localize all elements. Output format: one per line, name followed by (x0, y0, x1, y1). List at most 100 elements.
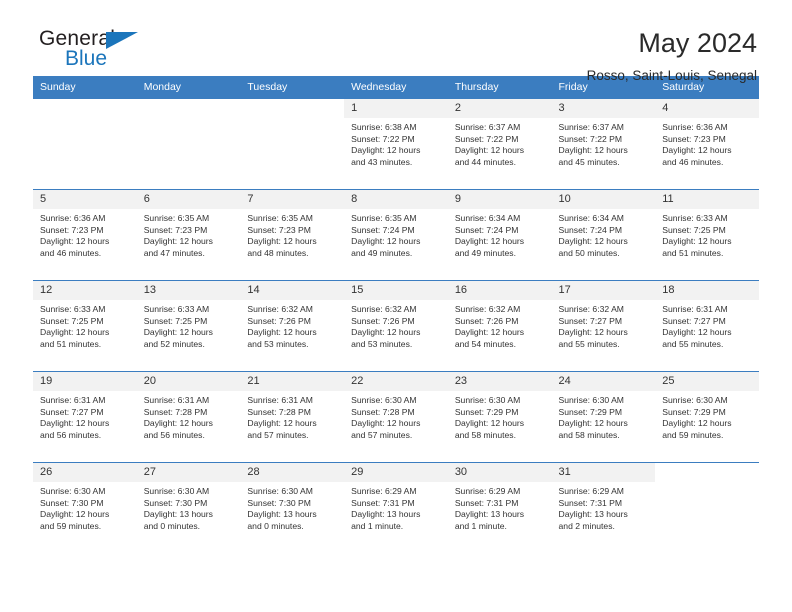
day-cell-inner: 30 Sunrise: 6:29 AM Sunset: 7:31 PM Dayligh… (447, 463, 552, 553)
daylight-text-line2: and 43 minutes. (351, 156, 413, 167)
sunset-text: Sunset: 7:27 PM (662, 315, 726, 326)
brand-name-bottom: Blue (65, 47, 108, 70)
calendar-day-cell[interactable]: 20 Sunrise: 6:31 AM Sunset: 7:28 PM Dayligh… (136, 372, 241, 462)
calendar-cell-empty (655, 463, 759, 553)
calendar-day-cell[interactable]: 8 Sunrise: 6:35 AM Sunset: 7:24 PM Daylight… (344, 190, 448, 280)
day-details: Sunrise: 6:30 AM Sunset: 7:30 PM Daylight:… (137, 482, 241, 532)
day-details: Sunrise: 6:33 AM Sunset: 7:25 PM Daylight:… (137, 300, 241, 350)
sunset-text: Sunset: 7:25 PM (40, 315, 104, 326)
calendar-body: 1 Sunrise: 6:38 AM Sunset: 7:22 PM Daylight… (33, 99, 759, 553)
calendar-day-cell[interactable]: 31 Sunrise: 6:29 AM Sunset: 7:31 PM Dayligh… (551, 463, 656, 553)
daylight-text-line1: Daylight: 12 hours (662, 418, 732, 429)
weekday-header-thursday: Thursday (447, 76, 552, 99)
day-details: Sunrise: 6:35 AM Sunset: 7:23 PM Daylight:… (137, 209, 241, 259)
brand-logo[interactable]: General Blue (33, 28, 159, 78)
daylight-text-line2: and 1 minute. (454, 520, 507, 531)
day-details: Sunrise: 6:31 AM Sunset: 7:27 PM Daylight:… (33, 391, 137, 441)
calendar-day-cell[interactable]: 16 Sunrise: 6:32 AM Sunset: 7:26 PM Dayligh… (447, 281, 552, 371)
sunrise-text: Sunrise: 6:30 AM (40, 486, 106, 496)
sunset-text: Sunset: 7:25 PM (662, 224, 726, 235)
day-number: 3 (551, 99, 656, 118)
calendar-day-cell[interactable]: 22 Sunrise: 6:30 AM Sunset: 7:28 PM Dayligh… (344, 372, 448, 462)
sunrise-text: Sunrise: 6:30 AM (454, 395, 521, 405)
calendar-page: General Blue May 2024 Rosso, Saint-Louis… (0, 0, 792, 612)
daylight-text-line2: and 47 minutes. (143, 247, 205, 258)
calendar-day-cell[interactable]: 11 Sunrise: 6:33 AM Sunset: 7:25 PM Dayligh… (655, 190, 759, 280)
calendar-table: Sunday Monday Tuesday Wednesday Thursday… (33, 76, 759, 553)
day-number: 22 (344, 372, 448, 391)
day-number: 31 (551, 463, 656, 482)
calendar-day-cell[interactable]: 1 Sunrise: 6:38 AM Sunset: 7:22 PM Daylight… (344, 99, 448, 189)
daylight-text-line1: Daylight: 12 hours (40, 509, 110, 520)
daylight-text-line2: and 55 minutes. (558, 338, 620, 349)
calendar-day-cell[interactable]: 9 Sunrise: 6:34 AM Sunset: 7:24 PM Daylight… (447, 190, 552, 280)
calendar-day-cell[interactable]: 7 Sunrise: 6:35 AM Sunset: 7:23 PM Daylight… (240, 190, 345, 280)
day-details: Sunrise: 6:33 AM Sunset: 7:25 PM Daylight:… (655, 209, 759, 259)
calendar-day-cell[interactable]: 5 Sunrise: 6:36 AM Sunset: 7:23 PM Daylight… (33, 190, 137, 280)
daylight-text-line1: Daylight: 12 hours (143, 236, 213, 247)
daylight-text-line2: and 46 minutes. (662, 156, 724, 167)
day-cell-inner: 6 Sunrise: 6:35 AM Sunset: 7:23 PM Daylight… (136, 190, 241, 280)
sunrise-text: Sunrise: 6:32 AM (247, 304, 313, 314)
calendar-day-cell[interactable]: 12 Sunrise: 6:33 AM Sunset: 7:25 PM Dayligh… (33, 281, 137, 371)
sunset-text: Sunset: 7:26 PM (351, 315, 415, 326)
daylight-text-line2: and 49 minutes. (454, 247, 516, 258)
daylight-text-line1: Daylight: 12 hours (454, 327, 525, 338)
calendar-day-cell[interactable]: 23 Sunrise: 6:30 AM Sunset: 7:29 PM Dayligh… (447, 372, 552, 462)
day-cell-inner: 19 Sunrise: 6:31 AM Sunset: 7:27 PM Dayligh… (33, 372, 137, 462)
daylight-text-line1: Daylight: 12 hours (454, 236, 525, 247)
sunrise-text: Sunrise: 6:32 AM (351, 304, 417, 314)
day-cell-inner: 2 Sunrise: 6:37 AM Sunset: 7:22 PM Daylight… (447, 99, 552, 189)
calendar-day-cell[interactable]: 19 Sunrise: 6:31 AM Sunset: 7:27 PM Dayligh… (33, 372, 137, 462)
day-cell-inner: 18 Sunrise: 6:31 AM Sunset: 7:27 PM Dayligh… (655, 281, 759, 371)
day-details: Sunrise: 6:35 AM Sunset: 7:23 PM Daylight:… (240, 209, 344, 259)
day-cell-inner: 16 Sunrise: 6:32 AM Sunset: 7:26 PM Dayligh… (447, 281, 552, 371)
day-number: 29 (344, 463, 448, 482)
calendar-day-cell[interactable]: 2 Sunrise: 6:37 AM Sunset: 7:22 PM Daylight… (447, 99, 552, 189)
sunrise-text: Sunrise: 6:33 AM (143, 304, 210, 314)
day-number: 16 (447, 281, 552, 300)
calendar-day-cell[interactable]: 10 Sunrise: 6:34 AM Sunset: 7:24 PM Dayligh… (551, 190, 656, 280)
calendar-day-cell[interactable]: 28 Sunrise: 6:30 AM Sunset: 7:30 PM Dayligh… (240, 463, 345, 553)
calendar-day-cell[interactable]: 25 Sunrise: 6:30 AM Sunset: 7:29 PM Dayligh… (655, 372, 759, 462)
daylight-text-line1: Daylight: 12 hours (351, 327, 421, 338)
calendar-day-cell[interactable]: 15 Sunrise: 6:32 AM Sunset: 7:26 PM Dayligh… (344, 281, 448, 371)
sunrise-text: Sunrise: 6:35 AM (247, 213, 313, 223)
day-number: 30 (447, 463, 552, 482)
calendar-day-cell[interactable]: 27 Sunrise: 6:30 AM Sunset: 7:30 PM Dayligh… (136, 463, 241, 553)
daylight-text-line1: Daylight: 12 hours (247, 236, 317, 247)
day-number: 12 (33, 281, 137, 300)
day-details: Sunrise: 6:29 AM Sunset: 7:31 PM Daylight:… (448, 482, 552, 532)
day-cell-inner: 1 Sunrise: 6:38 AM Sunset: 7:22 PM Daylight… (344, 99, 448, 189)
calendar-day-cell[interactable]: 6 Sunrise: 6:35 AM Sunset: 7:23 PM Daylight… (136, 190, 241, 280)
daylight-text-line2: and 53 minutes. (247, 338, 309, 349)
day-details: Sunrise: 6:38 AM Sunset: 7:22 PM Daylight:… (344, 118, 448, 168)
calendar-day-cell[interactable]: 14 Sunrise: 6:32 AM Sunset: 7:26 PM Dayligh… (240, 281, 345, 371)
calendar-day-cell[interactable]: 26 Sunrise: 6:30 AM Sunset: 7:30 PM Dayligh… (33, 463, 137, 553)
calendar-day-cell[interactable]: 21 Sunrise: 6:31 AM Sunset: 7:28 PM Dayligh… (240, 372, 345, 462)
sunrise-text: Sunrise: 6:31 AM (40, 395, 106, 405)
sunrise-text: Sunrise: 6:30 AM (351, 395, 417, 405)
daylight-text-line2: and 2 minutes. (558, 520, 615, 531)
day-number: 18 (655, 281, 759, 300)
calendar-day-cell[interactable]: 30 Sunrise: 6:29 AM Sunset: 7:31 PM Dayligh… (447, 463, 552, 553)
day-number: 21 (240, 372, 345, 391)
day-details: Sunrise: 6:36 AM Sunset: 7:23 PM Daylight:… (655, 118, 759, 168)
day-cell-inner: 28 Sunrise: 6:30 AM Sunset: 7:30 PM Dayligh… (240, 463, 345, 553)
calendar-day-cell[interactable]: 24 Sunrise: 6:30 AM Sunset: 7:29 PM Dayligh… (551, 372, 656, 462)
calendar-day-cell[interactable]: 13 Sunrise: 6:33 AM Sunset: 7:25 PM Dayligh… (136, 281, 241, 371)
calendar-day-cell[interactable]: 29 Sunrise: 6:29 AM Sunset: 7:31 PM Dayligh… (344, 463, 448, 553)
daylight-text-line1: Daylight: 13 hours (454, 509, 525, 520)
daylight-text-line1: Daylight: 12 hours (40, 418, 110, 429)
calendar-day-cell[interactable]: 3 Sunrise: 6:37 AM Sunset: 7:22 PM Daylight… (551, 99, 656, 189)
calendar-day-cell[interactable]: 18 Sunrise: 6:31 AM Sunset: 7:27 PM Dayligh… (655, 281, 759, 371)
daylight-text-line1: Daylight: 12 hours (40, 327, 110, 338)
day-details: Sunrise: 6:30 AM Sunset: 7:29 PM Daylight:… (655, 391, 759, 441)
weekday-header-wednesday: Wednesday (344, 76, 448, 99)
calendar-day-cell[interactable]: 4 Sunrise: 6:36 AM Sunset: 7:23 PM Daylight… (655, 99, 759, 189)
day-details: Sunrise: 6:31 AM Sunset: 7:28 PM Daylight:… (240, 391, 344, 441)
calendar-day-cell[interactable]: 17 Sunrise: 6:32 AM Sunset: 7:27 PM Dayligh… (551, 281, 656, 371)
day-cell-inner: 4 Sunrise: 6:36 AM Sunset: 7:23 PM Daylight… (655, 99, 759, 189)
daylight-text-line1: Daylight: 12 hours (40, 236, 110, 247)
calendar-cell-empty (33, 99, 137, 189)
